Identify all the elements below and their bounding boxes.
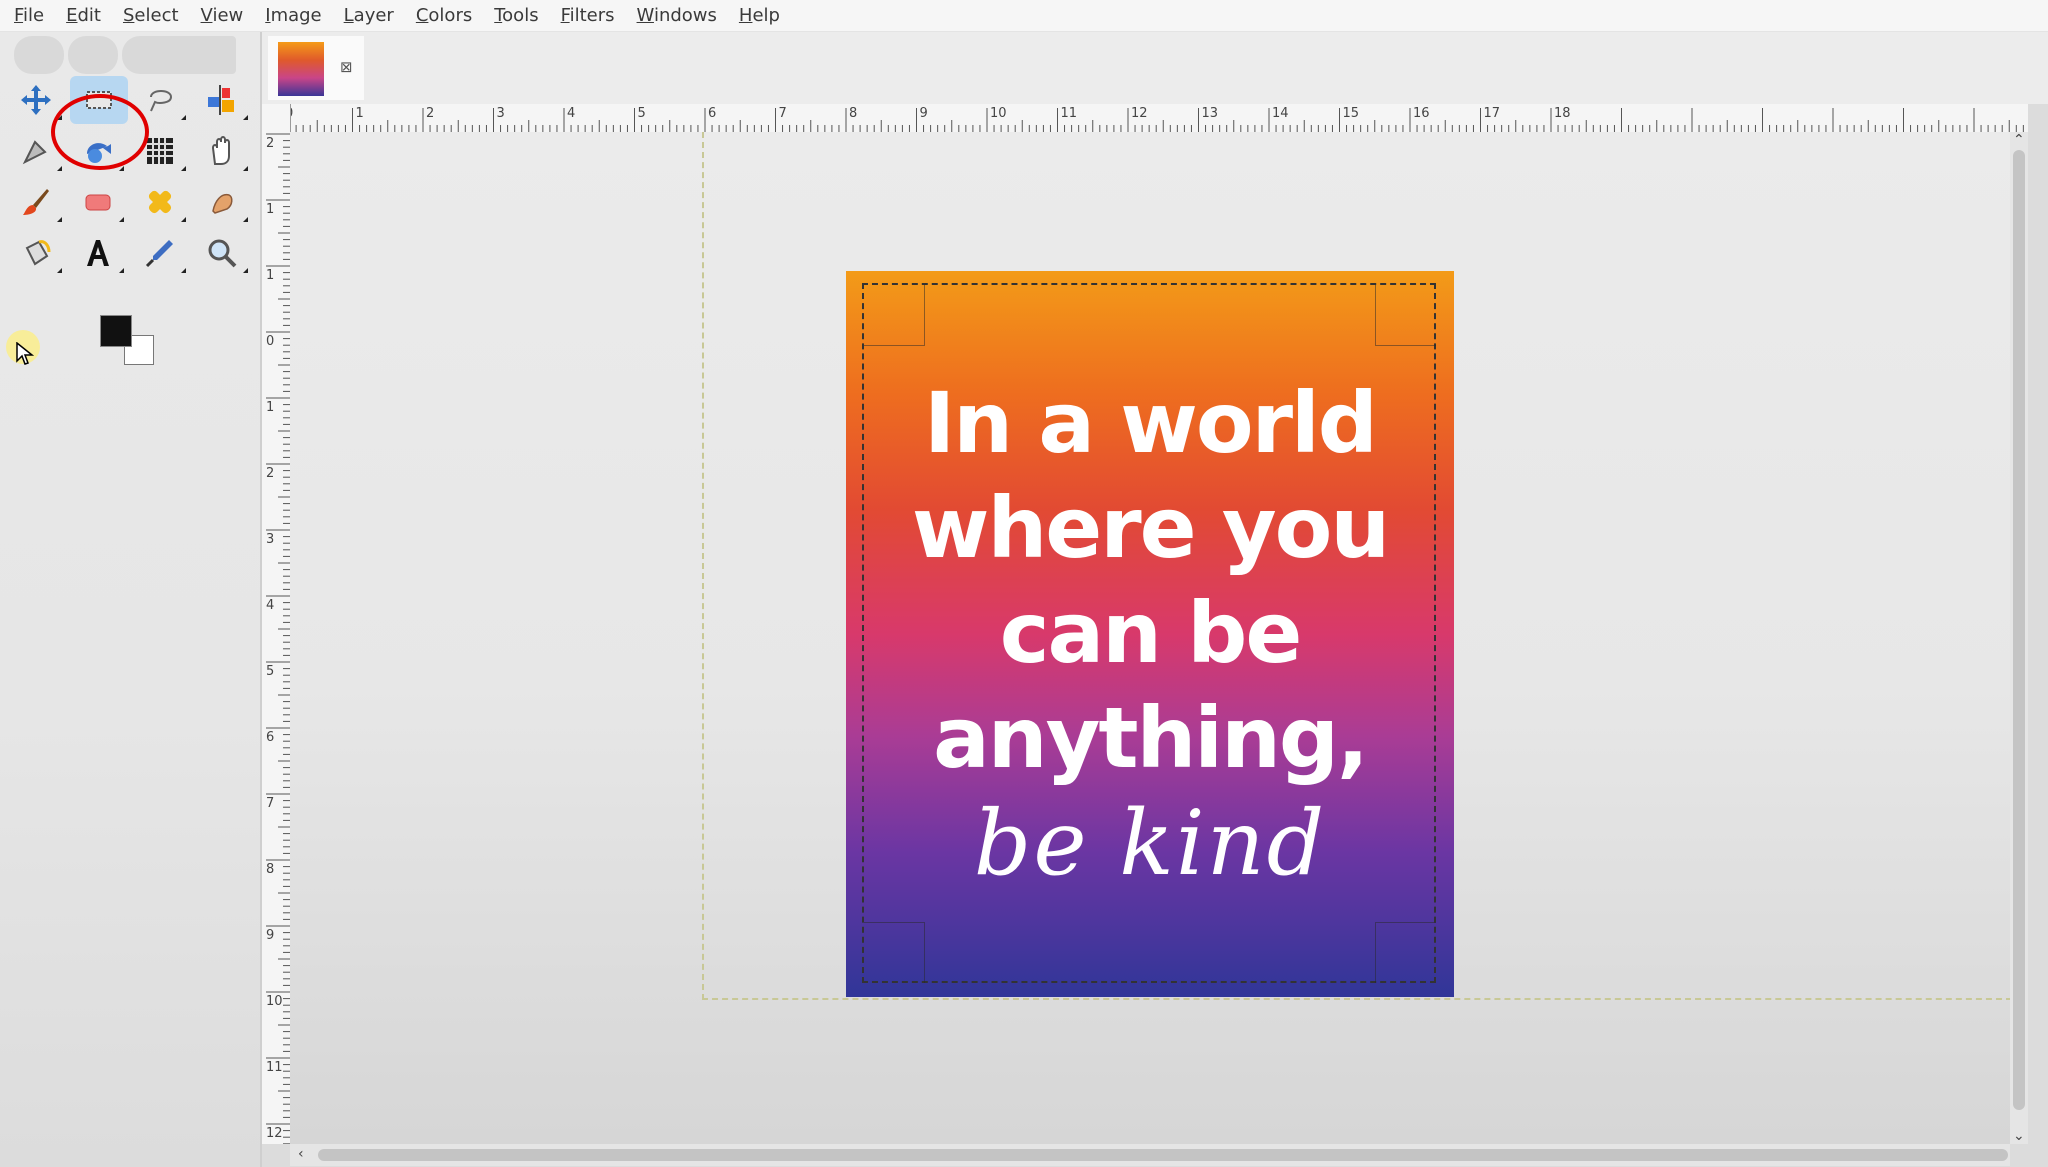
ruler-label: 11	[1060, 106, 1078, 121]
eraser-tool-icon[interactable]	[76, 182, 124, 222]
close-tab-icon[interactable]: ⊠	[340, 58, 353, 76]
ruler-label: 12	[266, 1126, 283, 1141]
scroll-up-icon[interactable]: ⌃	[2013, 132, 2025, 148]
image-canvas[interactable]: In a world where you can be anything, be…	[290, 132, 2012, 1144]
toolbox-tab[interactable]	[68, 36, 118, 74]
ruler-label: 4	[567, 106, 576, 121]
ruler-label: 16	[1413, 106, 1430, 121]
scroll-left-icon[interactable]: ‹	[298, 1146, 304, 1162]
menu-colors[interactable]: Colors	[416, 5, 472, 26]
ruler-label: 6	[708, 106, 717, 121]
ruler-label: 1	[355, 106, 364, 121]
horizontal-ruler[interactable]: 0123456789101112131415161718	[262, 104, 2028, 133]
ruler-label: 4	[266, 598, 275, 613]
mouse-cursor-icon	[16, 342, 34, 365]
poster-line-italic: be kind	[973, 791, 1327, 896]
vertical-scrollbar-thumb[interactable]	[2013, 150, 2025, 1110]
foreground-background-colors[interactable]	[100, 315, 160, 367]
ruler-label: 1	[266, 202, 275, 217]
menu-view[interactable]: View	[201, 5, 244, 26]
ruler-label: 3	[266, 532, 275, 547]
poster-corner-mark	[1375, 285, 1436, 346]
alignment-tool-icon[interactable]	[200, 80, 248, 120]
poster-corner-mark	[864, 285, 925, 346]
vertical-scrollbar[interactable]: ⌃ ⌄	[2010, 132, 2028, 1144]
ruler-label: 8	[849, 106, 858, 121]
ruler-label: 5	[266, 664, 275, 679]
ruler-label: 5	[637, 106, 646, 121]
vertical-ruler[interactable]: 211012345678910111213	[262, 104, 291, 1144]
rectangle-select-tool-icon[interactable]	[70, 76, 128, 124]
ruler-label: 2	[426, 106, 435, 121]
poster-line: anything,	[933, 689, 1369, 787]
ruler-label: 7	[778, 106, 787, 121]
color-picker-tool-icon[interactable]	[138, 233, 186, 273]
ruler-label: 7	[266, 796, 275, 811]
unified-transform-tool-icon[interactable]	[76, 131, 124, 171]
poster-quote: In a world where you can be anything, be…	[846, 371, 1454, 896]
menu-edit[interactable]: Edit	[66, 5, 101, 26]
ruler-label: 2	[266, 466, 275, 481]
menu-bar: File Edit Select View Image Layer Colors…	[0, 0, 2048, 32]
ruler-label: 14	[1272, 106, 1289, 121]
horizontal-scrollbar-thumb[interactable]	[318, 1149, 2008, 1161]
ruler-label: 11	[266, 1060, 283, 1075]
ruler-label: 9	[266, 928, 275, 943]
menu-select[interactable]: Select	[123, 5, 179, 26]
lasso-tool-icon[interactable]	[138, 80, 186, 120]
canvas-boundary-guide	[702, 998, 2012, 1000]
menu-image[interactable]: Image	[265, 5, 321, 26]
toolbox-tab-strip	[14, 36, 236, 76]
handle-transform-tool-icon[interactable]	[200, 131, 248, 171]
menu-file[interactable]: File	[14, 5, 44, 26]
foreground-color-swatch[interactable]	[100, 315, 132, 347]
warp-transform-tool-icon[interactable]	[138, 131, 186, 171]
ruler-label: 1	[266, 400, 275, 415]
paintbrush-tool-icon[interactable]	[14, 182, 62, 222]
image-tab-bar: ⊠	[262, 32, 2048, 104]
image-thumbnail	[278, 42, 324, 96]
menu-layer[interactable]: Layer	[344, 5, 394, 26]
tool-grid	[14, 76, 254, 320]
toolbox	[0, 32, 262, 1167]
ruler-label: 0	[266, 334, 275, 349]
poster-corner-mark	[1375, 922, 1436, 983]
ruler-label: 1	[266, 268, 275, 283]
ruler-label: 15	[1342, 106, 1360, 121]
ruler-label: 12	[1131, 106, 1148, 121]
poster-corner-mark	[864, 922, 925, 983]
poster-line: In a world	[924, 374, 1378, 472]
image-tab[interactable]: ⊠	[268, 36, 364, 100]
smudge-tool-icon[interactable]	[200, 182, 248, 222]
menu-help[interactable]: Help	[739, 5, 780, 26]
ruler-label: 13	[1201, 106, 1219, 121]
scroll-down-icon[interactable]: ⌄	[2013, 1128, 2025, 1144]
ruler-label: 6	[266, 730, 275, 745]
toolbox-tab[interactable]	[14, 36, 64, 74]
ruler-label: 2	[266, 136, 275, 151]
text-tool-icon[interactable]	[76, 233, 124, 273]
menu-tools[interactable]: Tools	[494, 5, 538, 26]
poster-image[interactable]: In a world where you can be anything, be…	[846, 271, 1454, 997]
toolbox-tab[interactable]	[122, 36, 236, 74]
paths-tool-icon[interactable]	[14, 131, 62, 171]
canvas-boundary-guide	[702, 132, 704, 1000]
ruler-label: 8	[266, 862, 275, 877]
zoom-tool-icon[interactable]	[200, 233, 248, 273]
ruler-label: 9	[919, 106, 928, 121]
move-tool-icon[interactable]	[14, 80, 62, 120]
horizontal-scrollbar[interactable]: ‹	[290, 1144, 2010, 1166]
bucket-fill-tool-icon[interactable]	[14, 233, 62, 273]
ruler-label: 10	[266, 994, 283, 1009]
heal-tool-icon[interactable]	[138, 182, 186, 222]
poster-line: can be	[999, 584, 1303, 682]
ruler-label: 17	[1483, 106, 1501, 121]
ruler-label: 10	[990, 106, 1007, 121]
poster-line: where you	[911, 479, 1390, 577]
menu-filters[interactable]: Filters	[561, 5, 615, 26]
ruler-label: 3	[496, 106, 505, 121]
ruler-label: 18	[1554, 106, 1571, 121]
vertical-ruler-ticks	[266, 133, 290, 1144]
menu-windows[interactable]: Windows	[637, 5, 717, 26]
